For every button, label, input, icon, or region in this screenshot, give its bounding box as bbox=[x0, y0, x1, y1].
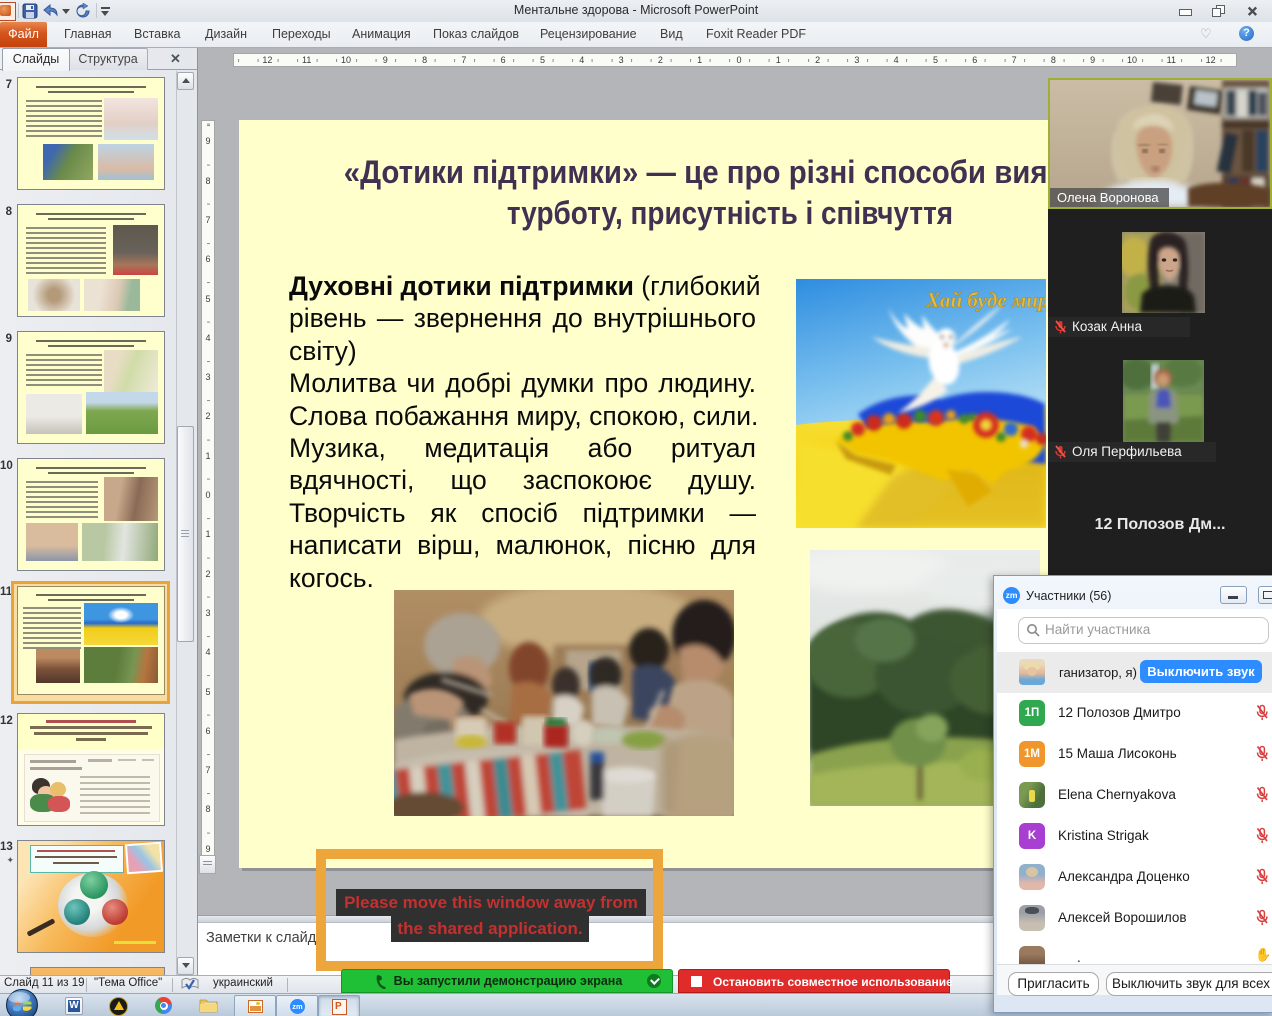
svg-text:Хай буде мир: Хай буде мир bbox=[925, 288, 1046, 312]
